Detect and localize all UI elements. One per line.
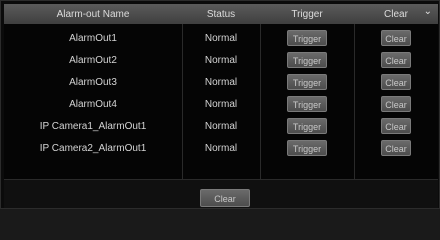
table-header: Alarm-out Name Status Trigger Clear ⌄ <box>4 4 438 25</box>
alarm-out-status: Normal <box>204 98 238 110</box>
table-row: AlarmOut4 Normal Trigger Clear <box>4 93 438 115</box>
table-row: AlarmOut3 Normal Trigger Clear <box>4 71 438 93</box>
chevron-down-icon[interactable]: ⌄ <box>424 6 432 17</box>
table-row: AlarmOut1 Normal Trigger Clear <box>4 27 438 49</box>
alarm-out-name: IP Camera2_AlarmOut1 <box>39 142 147 154</box>
trigger-button[interactable]: Trigger <box>287 96 327 112</box>
trigger-button[interactable]: Trigger <box>287 74 327 90</box>
header-trigger: Trigger <box>291 8 323 20</box>
alarm-out-name: AlarmOut3 <box>69 76 117 88</box>
alarm-out-name: AlarmOut1 <box>69 32 117 44</box>
alarm-out-name: AlarmOut4 <box>69 98 117 110</box>
trigger-button[interactable]: Trigger <box>287 118 327 134</box>
alarm-out-status: Normal <box>204 76 238 88</box>
clear-button[interactable]: Clear <box>381 52 411 68</box>
alarm-out-panel: Alarm-out Name Status Trigger Clear ⌄ Al… <box>0 0 440 209</box>
clear-button[interactable]: Clear <box>381 74 411 90</box>
trigger-button[interactable]: Trigger <box>287 30 327 46</box>
header-clear-label: Clear <box>384 8 408 20</box>
clear-button[interactable]: Clear <box>381 118 411 134</box>
footer-bar: Clear <box>4 179 438 208</box>
clear-all-button[interactable]: Clear <box>200 189 250 207</box>
alarm-out-status: Normal <box>204 54 238 66</box>
table-row: IP Camera2_AlarmOut1 Normal Trigger Clea… <box>4 137 438 159</box>
alarm-out-table: AlarmOut1 Normal Trigger Clear AlarmOut2… <box>4 24 438 179</box>
alarm-out-name: AlarmOut2 <box>69 54 117 66</box>
alarm-out-status: Normal <box>204 142 238 154</box>
alarm-out-status: Normal <box>204 120 238 132</box>
table-row: AlarmOut2 Normal Trigger Clear <box>4 49 438 71</box>
clear-button[interactable]: Clear <box>381 140 411 156</box>
header-alarm-out-name: Alarm-out Name <box>56 8 130 20</box>
header-status: Status <box>206 8 236 20</box>
clear-button[interactable]: Clear <box>381 96 411 112</box>
table-row: IP Camera1_AlarmOut1 Normal Trigger Clea… <box>4 115 438 137</box>
trigger-button[interactable]: Trigger <box>287 52 327 68</box>
alarm-out-status: Normal <box>204 32 238 44</box>
trigger-button[interactable]: Trigger <box>287 140 327 156</box>
clear-button[interactable]: Clear <box>381 30 411 46</box>
alarm-out-name: IP Camera1_AlarmOut1 <box>39 120 147 132</box>
header-clear: Clear ⌄ <box>354 6 438 20</box>
